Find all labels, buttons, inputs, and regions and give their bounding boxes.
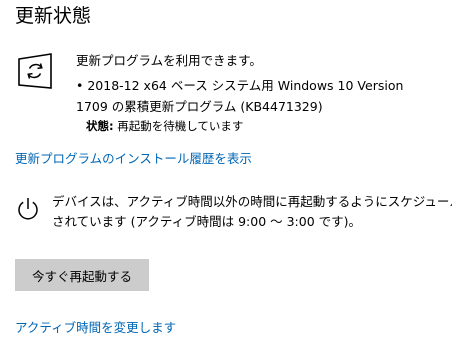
windows-update-status-page: 更新状態 更新プログラムを利用できます。 • 2018-12 x64 ベース シ…: [0, 0, 452, 353]
update-status: 状態: 再起動を待機しています: [86, 117, 243, 135]
power-icon: [15, 196, 41, 222]
status-value: 再起動を待機しています: [113, 119, 244, 133]
update-available-text: 更新プログラムを利用できます。: [76, 53, 262, 68]
update-info: 更新プログラムを利用できます。 • 2018-12 x64 ベース システム用 …: [76, 50, 446, 117]
restart-now-button[interactable]: 今すぐ再起動する: [15, 259, 149, 291]
refresh-icon: [15, 51, 57, 93]
update-item-line1: • 2018-12 x64 ベース システム用 Windows 10 Versi…: [76, 78, 404, 93]
page-title: 更新状態: [15, 5, 92, 27]
status-label: 状態:: [86, 119, 114, 133]
update-item-line2: 1709 の累積更新プログラム (KB4471329): [76, 99, 323, 114]
restart-schedule-text: デバイスは、アクティブ時間以外の時間に再起動するようにスケジュール されています…: [52, 192, 452, 232]
update-history-link[interactable]: 更新プログラムのインストール履歴を表示: [15, 149, 252, 169]
restart-text-line1: デバイスは、アクティブ時間以外の時間に再起動するようにスケジュール: [52, 194, 452, 209]
change-active-hours-link[interactable]: アクティブ時間を変更します: [15, 318, 176, 338]
restart-text-line2: されています (アクティブ時間は 9:00 〜 3:00 です)。: [52, 214, 362, 229]
